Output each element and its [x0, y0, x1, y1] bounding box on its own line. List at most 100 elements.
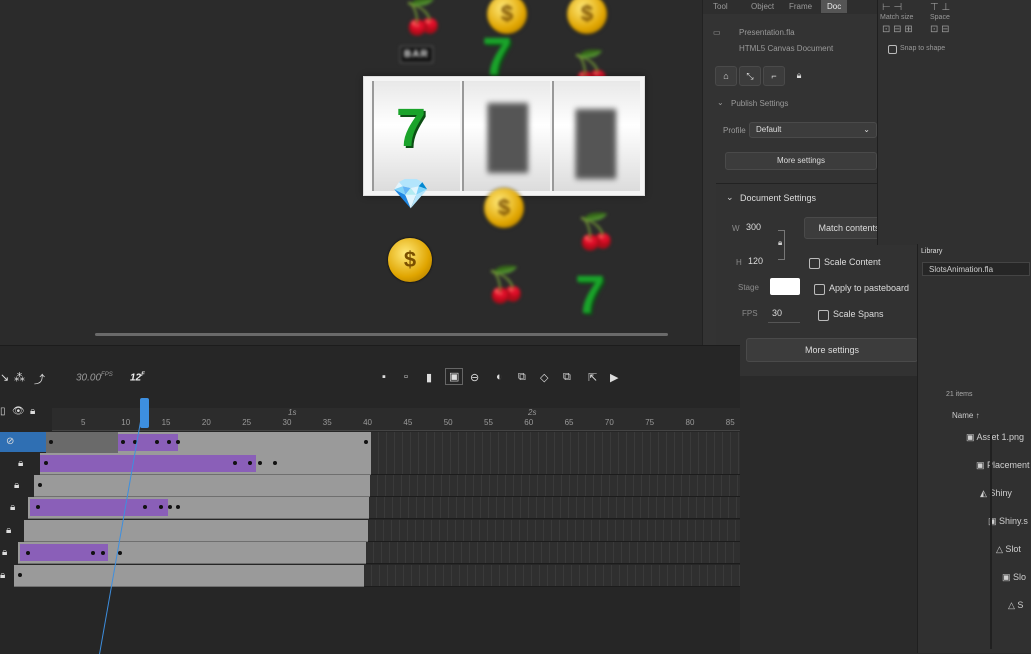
tab-object[interactable]: Object [751, 2, 774, 11]
eye-icon[interactable]: 👁︎ [12, 406, 25, 417]
fps-value[interactable]: 30 [772, 308, 782, 318]
align-icons-row-2[interactable]: ⊤ ⊥ [930, 2, 950, 13]
keyframe-dot[interactable] [159, 505, 163, 509]
current-frame-display[interactable]: 12F [130, 372, 145, 383]
frame-ruler[interactable]: 1s 2s 5 10 15 20 25 30 35 40 45 50 55 60 65 70 75 80 85 [52, 408, 740, 431]
layer-frames-row-2[interactable] [40, 453, 371, 475]
keyframe-dot[interactable] [143, 505, 147, 509]
keyframe-dot[interactable] [36, 505, 40, 509]
library-item[interactable]: ▣ Shiny.s [988, 516, 1028, 527]
library-item[interactable]: ▣ Placement [976, 460, 1030, 471]
more-settings-button-document[interactable]: More settings [746, 338, 918, 362]
tab-frame[interactable]: Frame [789, 2, 812, 11]
keyframe-dot[interactable] [38, 483, 42, 487]
layer-frames-row-7[interactable] [14, 565, 364, 587]
create-tween-icon[interactable]: ⊖ [470, 371, 479, 384]
library-item[interactable]: △ Slot [996, 544, 1021, 555]
insert-blank-keyframe-icon[interactable]: ▫ [404, 371, 408, 383]
keyframe-dot[interactable] [176, 505, 180, 509]
lock-icon[interactable]: 🔒︎ [0, 570, 5, 581]
auto-keyframe-icon[interactable]: ▣ [445, 368, 464, 385]
layer-frames-row-3[interactable] [34, 475, 370, 497]
keyframe-dot[interactable] [91, 551, 95, 555]
chevron-down-icon[interactable]: ⌄ [717, 98, 724, 107]
keyframe-dot[interactable] [167, 440, 171, 444]
empty-frames-row-6[interactable] [366, 542, 740, 564]
graph-icon[interactable]: ⤴ [34, 371, 45, 387]
keyframe-dot[interactable] [168, 505, 172, 509]
keyframe-dot[interactable] [44, 461, 48, 465]
keyframe-dot[interactable] [248, 461, 252, 465]
empty-frames-row-7[interactable] [364, 565, 740, 587]
stage-color-swatch[interactable] [770, 278, 800, 295]
library-file-select[interactable]: SlotsAnimation.fla [922, 262, 1030, 276]
snap-to-shape-checkbox[interactable] [888, 45, 897, 54]
align-icons-row-1[interactable]: ⊢ ⊣ [882, 2, 902, 13]
onion-skin-toggle-icon[interactable]: ◐ [496, 371, 503, 383]
tab-tool[interactable]: Tool [713, 2, 728, 11]
lock-icon[interactable]: 🔒︎ [2, 547, 7, 558]
keyframe-dot[interactable] [258, 461, 262, 465]
library-item[interactable]: ▣ Slo [1002, 572, 1026, 583]
hidden-eye-icon[interactable]: ⊘ [6, 436, 14, 447]
name-column-header[interactable]: Name ↑ [952, 411, 980, 420]
keyframe-dot[interactable] [101, 551, 105, 555]
keyframe-dot[interactable] [364, 440, 368, 444]
sync-icon[interactable]: ⧉ [563, 371, 571, 384]
edit-icon[interactable]: ⌐ [763, 66, 785, 86]
transform-icon[interactable]: ⤡ [739, 66, 761, 86]
motion-tween-3[interactable] [30, 499, 168, 516]
height-value[interactable]: 120 [748, 256, 763, 266]
insert-frame-icon[interactable]: ▮ [426, 371, 432, 384]
stage-horizontal-scrollbar[interactable] [95, 333, 668, 336]
profile-select[interactable]: Default ⌄ [749, 122, 877, 138]
lock-icon[interactable]: 🔒︎ [18, 458, 23, 469]
empty-frames-row-2[interactable] [371, 453, 740, 475]
onion-skin-icon[interactable]: ↘ [0, 371, 9, 384]
loop-icon[interactable]: ◇ [540, 371, 548, 384]
layer-frames-row-1[interactable] [46, 432, 371, 454]
layer-frames-row-4[interactable] [28, 497, 369, 519]
insert-keyframe-icon[interactable]: ▪ [382, 371, 386, 383]
motion-tween-2[interactable] [40, 455, 256, 472]
fps-display[interactable]: 30.00FPS [76, 372, 113, 383]
layer-depth-icon[interactable]: ⁂ [14, 371, 25, 384]
keyframe-dot[interactable] [26, 551, 30, 555]
home-icon[interactable]: ⌂ [715, 66, 737, 86]
layer-outline-icon[interactable]: ▯ [0, 406, 6, 417]
playhead-handle[interactable] [140, 398, 149, 428]
space-icons[interactable]: ⊡ ⊟ [930, 24, 950, 35]
keyframe-dot[interactable] [49, 440, 53, 444]
more-settings-button-publish[interactable]: More settings [725, 152, 877, 170]
library-item[interactable]: ▣ Asset 1.png [966, 432, 1024, 443]
empty-frames-row-5[interactable] [368, 520, 740, 542]
layer-selected-header[interactable]: ⊘ [0, 432, 46, 452]
match-size-icons[interactable]: ⊡ ⊟ ⊞ [882, 24, 913, 35]
scale-content-checkbox[interactable] [809, 258, 820, 269]
library-item[interactable]: △ S [1008, 600, 1023, 611]
stage-area[interactable]: 🍒 $ $ BAR 7 🍒 7 💎 $ 🍒 $ 🍒 7 [0, 0, 735, 345]
edit-multiple-frames-icon[interactable]: ⧉ [518, 371, 526, 384]
empty-frames-row-4[interactable] [369, 497, 740, 519]
empty-frames-row-3[interactable] [370, 475, 740, 497]
lock-icon[interactable]: 🔒︎ [30, 406, 35, 417]
tab-doc[interactable]: Doc [821, 0, 848, 13]
keyframe-dot[interactable] [121, 440, 125, 444]
chevron-down-icon[interactable]: ⌄ [726, 192, 734, 203]
keyframe-dot[interactable] [118, 551, 122, 555]
play-icon[interactable]: ▶ [610, 371, 618, 384]
keyframe-dot[interactable] [233, 461, 237, 465]
lock-icon[interactable]: 🔒︎ [10, 502, 15, 513]
layer-frames-row-6[interactable] [18, 542, 366, 564]
width-value[interactable]: 300 [746, 222, 761, 232]
lock-icon[interactable]: 🔒︎ [789, 66, 809, 84]
apply-to-pasteboard-checkbox[interactable] [814, 284, 825, 295]
library-item[interactable]: ◭ Shiny [980, 488, 1012, 499]
keyframe-dot[interactable] [176, 440, 180, 444]
scale-spans-checkbox[interactable] [818, 310, 829, 321]
link-lock-icon[interactable]: 🔒︎ [778, 238, 782, 248]
layer-frames-row-5[interactable] [24, 520, 368, 542]
lock-icon[interactable]: 🔒︎ [14, 480, 19, 491]
keyframe-dot[interactable] [18, 573, 22, 577]
keyframe-dot[interactable] [155, 440, 159, 444]
